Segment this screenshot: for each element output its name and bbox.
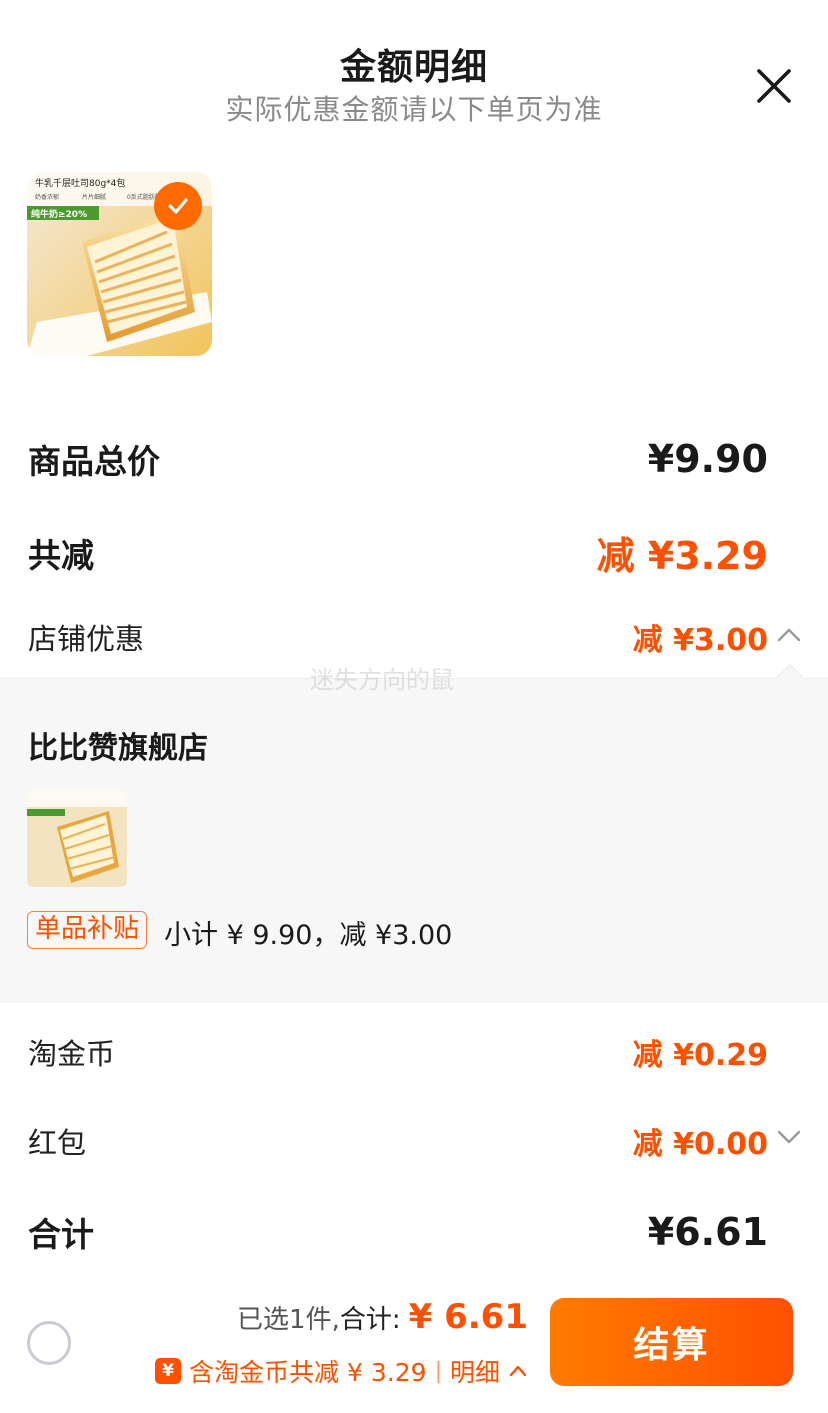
close-icon <box>757 69 791 103</box>
total-price-label: 商品总价 <box>28 442 160 481</box>
sum-value: ¥6.61 <box>647 1210 768 1254</box>
separator: | <box>434 1358 442 1384</box>
bottom-total-label: 合计: <box>339 1305 401 1335</box>
total-discount-value: 减 ¥3.29 <box>596 534 768 578</box>
store-discount-value: 减 ¥3.00 <box>632 623 768 658</box>
store-discount-panel: 比比赞旗舰店 单品补贴 小计 ¥ 9.90，减 ¥3.00 <box>0 663 828 1003</box>
chevron-down-icon[interactable] <box>776 1124 802 1150</box>
coin-icon: ¥ <box>155 1358 182 1384</box>
coin-detail-line[interactable]: ¥ 含淘金币共减 ¥ 3.29 | 明细 <box>155 1353 528 1389</box>
store-product-thumbnail[interactable] <box>27 789 127 887</box>
sum-row: 合计 ¥6.61 <box>28 1208 768 1256</box>
redpacket-value: 减 ¥0.00 <box>632 1127 768 1162</box>
product-image-badge: 纯牛奶≥20% <box>31 208 87 220</box>
store-discount-row[interactable]: 店铺优惠 减 ¥3.00 <box>28 615 768 659</box>
total-discount-row: 共减 减 ¥3.29 <box>28 525 768 580</box>
checkout-bar: 已选1件, 合计: ¥ 6.61 ¥ 含淘金币共减 ¥ 3.29 | 明细 结算 <box>0 1283 828 1413</box>
product-image-tag: 片片细腻 <box>82 193 106 201</box>
sum-label: 合计 <box>28 1215 94 1254</box>
chevron-up-icon[interactable] <box>776 622 802 648</box>
redpacket-row[interactable]: 红包 减 ¥0.00 <box>28 1119 768 1163</box>
store-name[interactable]: 比比赞旗舰店 <box>28 723 208 767</box>
watermark-text: 迷失方向的鼠 <box>310 666 454 694</box>
total-price-row: 商品总价 ¥9.90 <box>28 435 768 483</box>
total-price-value: ¥9.90 <box>647 437 768 481</box>
selected-summary: 已选1件, 合计: ¥ 6.61 <box>237 1297 528 1337</box>
amount-detail-sheet: 金额明细 实际优惠金额请以下单页为准 牛乳千层吐司80g*4包 奶香浓郁 片片细… <box>0 0 828 1413</box>
bottom-total-amount: ¥ 6.61 <box>408 1297 528 1337</box>
coin-discount-row: 淘金币 减 ¥0.29 <box>28 1030 768 1074</box>
redpacket-label: 红包 <box>28 1126 87 1160</box>
toast-thumbnail-image <box>27 789 127 887</box>
total-discount-label: 共减 <box>28 535 94 575</box>
coin-detail-text: 含淘金币共减 ¥ 3.29 <box>189 1358 427 1387</box>
product-selected-check[interactable] <box>154 182 202 230</box>
detail-link[interactable]: 明细 <box>450 1353 500 1389</box>
coin-discount-label: 淘金币 <box>28 1037 116 1071</box>
select-all-radio[interactable] <box>27 1321 71 1365</box>
coin-discount-value: 减 ¥0.29 <box>632 1038 768 1073</box>
selected-count-text: 已选1件, <box>237 1305 340 1335</box>
sheet-title: 金额明细 <box>339 47 488 88</box>
store-discount-label: 店铺优惠 <box>28 622 145 656</box>
sheet-subtitle: 实际优惠金额请以下单页为准 <box>225 93 603 126</box>
product-image-tag: 奶香浓郁 <box>35 193 59 201</box>
chevron-up-small-icon <box>509 1365 527 1377</box>
product-image-title: 牛乳千层吐司80g*4包 <box>35 177 125 189</box>
panel-pointer <box>775 663 805 693</box>
close-button[interactable] <box>754 66 794 106</box>
check-icon <box>168 198 188 214</box>
single-item-subsidy-tag: 单品补贴 <box>27 911 148 949</box>
store-subtotal-text: 小计 ¥ 9.90，减 ¥3.00 <box>164 920 453 951</box>
checkout-button[interactable]: 结算 <box>550 1298 793 1386</box>
